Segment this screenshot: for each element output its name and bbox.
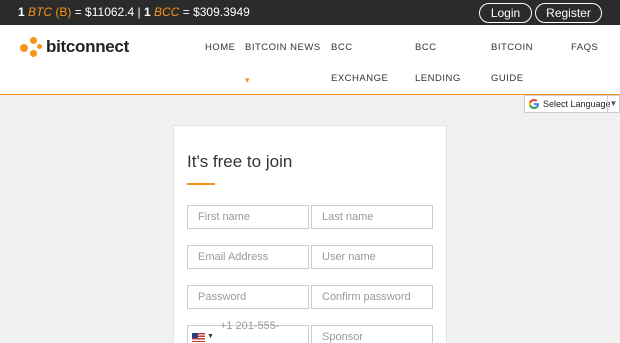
first-name-field[interactable]: First name xyxy=(187,205,309,229)
email-field[interactable]: Email Address xyxy=(187,245,309,269)
price-ticker-bar: 1 BTC (B) = $11062.4 | 1 BCC = $309.3949… xyxy=(0,0,620,25)
us-flag-icon[interactable] xyxy=(192,332,205,342)
nav-bcc-exchange[interactable]: BCC EXCHANGE xyxy=(331,42,388,84)
title-underline xyxy=(187,183,215,185)
nav-bcc-exchange-label-2: EXCHANGE xyxy=(331,73,389,84)
nav-bcc-lending[interactable]: BCC LENDING xyxy=(415,42,461,84)
nav-home[interactable]: HOME xyxy=(205,42,236,53)
nav-home-label: HOME xyxy=(205,42,236,53)
nav-bitcoin-guide-label-1: BITCOIN xyxy=(491,42,534,53)
price-ticker: 1 BTC (B) = $11062.4 | 1 BCC = $309.3949 xyxy=(18,5,250,19)
google-g-icon xyxy=(528,99,539,109)
register-button[interactable]: Register xyxy=(535,3,602,23)
nav-bcc-lending-label-1: BCC xyxy=(415,42,437,53)
btc-code: BTC xyxy=(28,5,53,19)
phone-field[interactable]: ▼ +1 201-555-5555 xyxy=(187,320,309,343)
nav-bcc-exchange-label-1: BCC xyxy=(331,42,353,53)
language-select[interactable]: Select Language ▼ xyxy=(524,95,620,113)
signup-title: It's free to join xyxy=(187,152,293,171)
main-header: bitconnect HOME BITCOIN NEWS ▾ BCC EXCHA… xyxy=(0,25,620,95)
bitconnect-logo[interactable]: bitconnect xyxy=(18,35,129,59)
btc-price: = $11062.4 | xyxy=(74,5,141,19)
nav-faqs-label: FAQS xyxy=(571,42,599,53)
signup-card: It's free to join First name Last name E… xyxy=(173,125,447,343)
bcc-code: BCC xyxy=(154,5,180,19)
nav-bitcoin-news-label: BITCOIN NEWS xyxy=(245,42,321,53)
bcc-quantity: 1 xyxy=(144,5,151,19)
btc-symbol: (B) xyxy=(55,5,72,19)
brand-name: bitconnect xyxy=(46,37,129,56)
bitconnect-logo-icon xyxy=(18,36,44,58)
last-name-field[interactable]: Last name xyxy=(311,205,433,229)
login-button[interactable]: Login xyxy=(479,3,532,23)
username-field[interactable]: User name xyxy=(311,245,433,269)
phone-placeholder: +1 201-555-5555 xyxy=(219,320,280,343)
country-caret-icon[interactable]: ▼ xyxy=(207,326,214,343)
nav-active-caret-icon: ▾ xyxy=(245,75,250,85)
confirm-password-field[interactable]: Confirm password xyxy=(311,285,433,309)
nav-bitcoin-guide-label-2: GUIDE xyxy=(491,73,524,84)
nav-faqs[interactable]: FAQS xyxy=(571,42,598,53)
language-select-label: Select Language xyxy=(543,99,611,109)
sponsor-field[interactable]: Sponsor xyxy=(311,325,433,343)
nav-bcc-lending-label-2: LENDING xyxy=(415,73,461,84)
nav-bitcoin-guide[interactable]: BITCOIN GUIDE xyxy=(491,42,533,84)
bcc-price: = $309.3949 xyxy=(182,5,250,19)
dropdown-arrow-icon: ▼ xyxy=(607,96,619,112)
password-field[interactable]: Password xyxy=(187,285,309,309)
btc-quantity: 1 xyxy=(18,5,25,19)
nav-bitcoin-news[interactable]: BITCOIN NEWS xyxy=(245,42,321,53)
